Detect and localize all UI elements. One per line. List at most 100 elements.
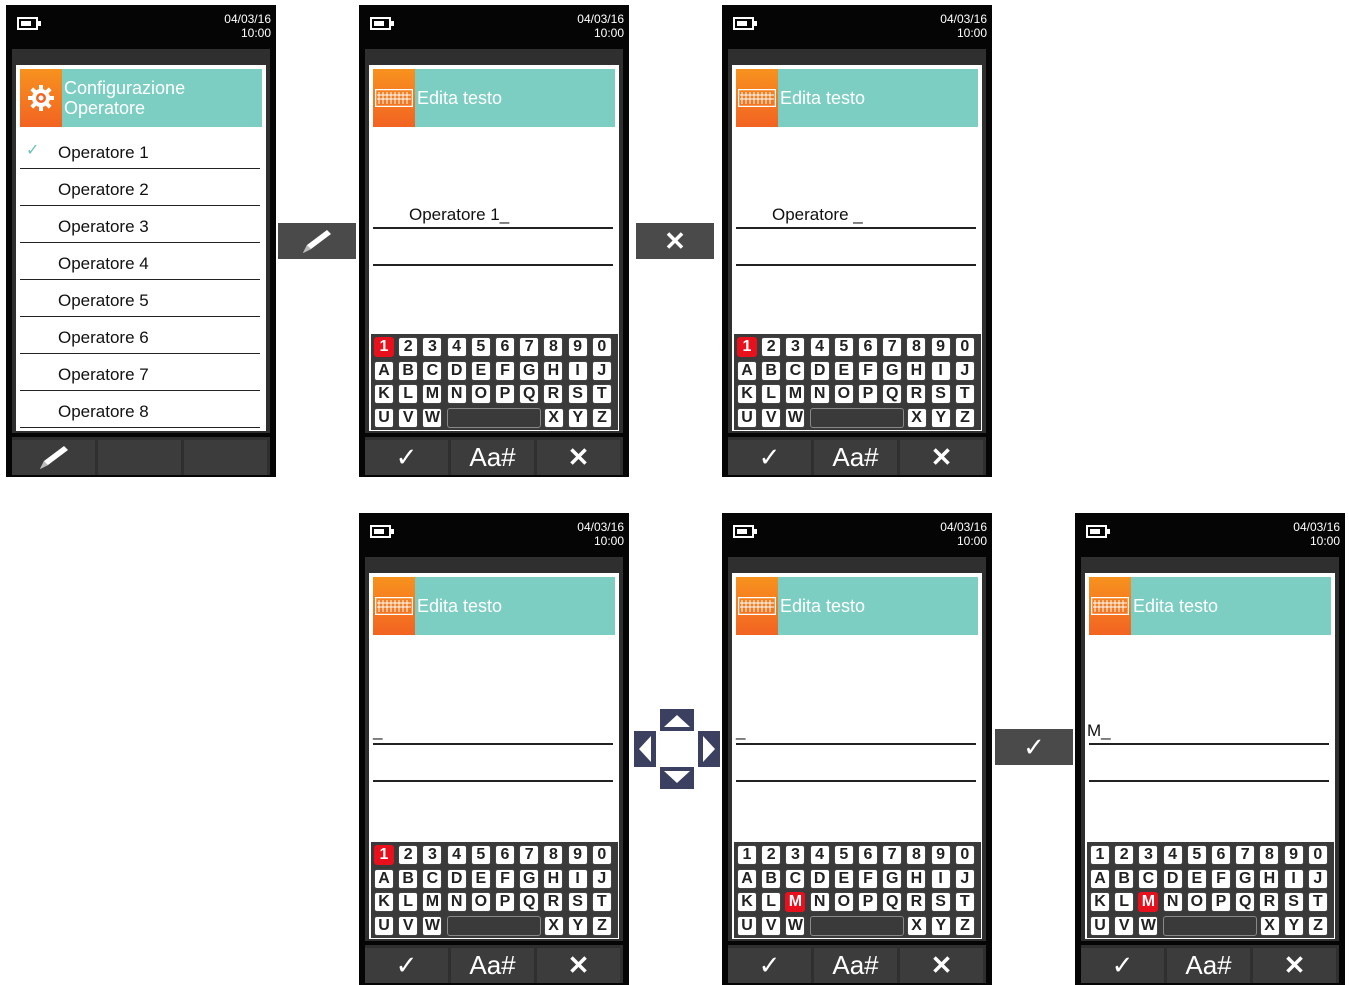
case-toggle-softkey[interactable]: Aa#: [451, 440, 534, 475]
key-l[interactable]: L: [761, 384, 782, 404]
key-5[interactable]: 5: [833, 845, 854, 865]
key-g[interactable]: G: [1235, 868, 1256, 889]
key-i[interactable]: I: [930, 360, 951, 381]
key-y[interactable]: Y: [567, 915, 588, 936]
key-t[interactable]: T: [954, 384, 975, 404]
key-l[interactable]: L: [1114, 892, 1135, 912]
key-q[interactable]: Q: [882, 892, 903, 912]
key-n[interactable]: N: [446, 892, 467, 912]
key-8[interactable]: 8: [906, 337, 927, 357]
key-i[interactable]: I: [1283, 868, 1304, 889]
key-i[interactable]: I: [567, 868, 588, 889]
key-p[interactable]: P: [858, 892, 878, 912]
key-t[interactable]: T: [1307, 892, 1328, 912]
edit-text-value[interactable]: Operatore 1_: [409, 205, 509, 225]
key-9[interactable]: 9: [1283, 845, 1304, 865]
key-space[interactable]: [809, 915, 904, 936]
key-3[interactable]: 3: [785, 845, 806, 865]
key-f[interactable]: F: [858, 360, 878, 381]
case-toggle-softkey[interactable]: Aa#: [1167, 948, 1250, 983]
key-g[interactable]: G: [882, 868, 903, 889]
list-item-operatore-8[interactable]: Operatore 8: [20, 390, 260, 428]
key-0[interactable]: 0: [1307, 845, 1328, 865]
key-a[interactable]: A: [737, 360, 757, 381]
confirm-softkey[interactable]: ✓: [728, 948, 811, 983]
key-c[interactable]: C: [422, 868, 443, 889]
key-u[interactable]: U: [737, 915, 757, 936]
key-d[interactable]: D: [809, 868, 830, 889]
key-m[interactable]: M: [1138, 892, 1159, 912]
key-5[interactable]: 5: [833, 337, 854, 357]
edit-text-value[interactable]: _: [373, 721, 382, 741]
key-s[interactable]: S: [1283, 892, 1304, 912]
cancel-softkey[interactable]: ✕: [900, 440, 983, 475]
key-z[interactable]: Z: [592, 915, 612, 936]
key-x[interactable]: X: [906, 407, 927, 428]
key-f[interactable]: F: [858, 868, 878, 889]
key-3[interactable]: 3: [785, 337, 806, 357]
key-8[interactable]: 8: [543, 337, 564, 357]
key-y[interactable]: Y: [567, 407, 588, 428]
key-0[interactable]: 0: [954, 337, 975, 357]
key-h[interactable]: H: [906, 360, 927, 381]
key-q[interactable]: Q: [1235, 892, 1256, 912]
key-4[interactable]: 4: [446, 845, 467, 865]
key-p[interactable]: P: [858, 384, 878, 404]
edit-text-value[interactable]: _: [736, 721, 745, 741]
key-5[interactable]: 5: [470, 337, 491, 357]
key-0[interactable]: 0: [954, 845, 975, 865]
key-6[interactable]: 6: [495, 845, 515, 865]
key-g[interactable]: G: [519, 868, 540, 889]
key-r[interactable]: R: [1259, 892, 1280, 912]
key-1[interactable]: 1: [737, 845, 757, 865]
key-c[interactable]: C: [785, 360, 806, 381]
key-j[interactable]: J: [954, 868, 975, 889]
key-w[interactable]: W: [785, 407, 806, 428]
confirm-softkey[interactable]: ✓: [365, 440, 448, 475]
key-p[interactable]: P: [1211, 892, 1231, 912]
list-item-operatore-7[interactable]: Operatore 7: [20, 353, 260, 391]
key-e[interactable]: E: [1186, 868, 1207, 889]
key-6[interactable]: 6: [858, 337, 878, 357]
key-t[interactable]: T: [954, 892, 975, 912]
key-3[interactable]: 3: [422, 845, 443, 865]
key-x[interactable]: X: [543, 915, 564, 936]
key-l[interactable]: L: [398, 892, 419, 912]
key-b[interactable]: B: [761, 868, 782, 889]
key-o[interactable]: O: [470, 892, 491, 912]
edit-text-value[interactable]: M_: [1087, 721, 1111, 741]
key-1[interactable]: 1: [737, 337, 757, 357]
cancel-softkey[interactable]: ✕: [900, 948, 983, 983]
key-v[interactable]: V: [398, 915, 419, 936]
key-k[interactable]: K: [737, 892, 757, 912]
key-2[interactable]: 2: [1114, 845, 1135, 865]
key-u[interactable]: U: [374, 915, 394, 936]
key-l[interactable]: L: [398, 384, 419, 404]
key-8[interactable]: 8: [1259, 845, 1280, 865]
key-q[interactable]: Q: [882, 384, 903, 404]
key-m[interactable]: M: [785, 384, 806, 404]
list-item-operatore-6[interactable]: Operatore 6: [20, 316, 260, 354]
key-k[interactable]: K: [374, 892, 394, 912]
key-f[interactable]: F: [1211, 868, 1231, 889]
key-h[interactable]: H: [543, 868, 564, 889]
key-t[interactable]: T: [591, 892, 612, 912]
key-m[interactable]: M: [422, 892, 443, 912]
key-1[interactable]: 1: [374, 337, 394, 357]
key-d[interactable]: D: [1162, 868, 1183, 889]
key-n[interactable]: N: [1162, 892, 1183, 912]
key-0[interactable]: 0: [591, 337, 612, 357]
softkey-blank-2[interactable]: [98, 440, 181, 475]
list-item-operatore-4[interactable]: Operatore 4: [20, 242, 260, 280]
key-v[interactable]: V: [1114, 915, 1135, 936]
key-6[interactable]: 6: [858, 845, 878, 865]
key-e[interactable]: E: [470, 360, 491, 381]
confirm-softkey[interactable]: ✓: [728, 440, 811, 475]
list-item-operatore-5[interactable]: Operatore 5: [20, 279, 260, 317]
key-d[interactable]: D: [809, 360, 830, 381]
key-r[interactable]: R: [543, 384, 564, 404]
key-a[interactable]: A: [1090, 868, 1110, 889]
key-a[interactable]: A: [374, 360, 394, 381]
key-b[interactable]: B: [398, 868, 419, 889]
key-o[interactable]: O: [1186, 892, 1207, 912]
